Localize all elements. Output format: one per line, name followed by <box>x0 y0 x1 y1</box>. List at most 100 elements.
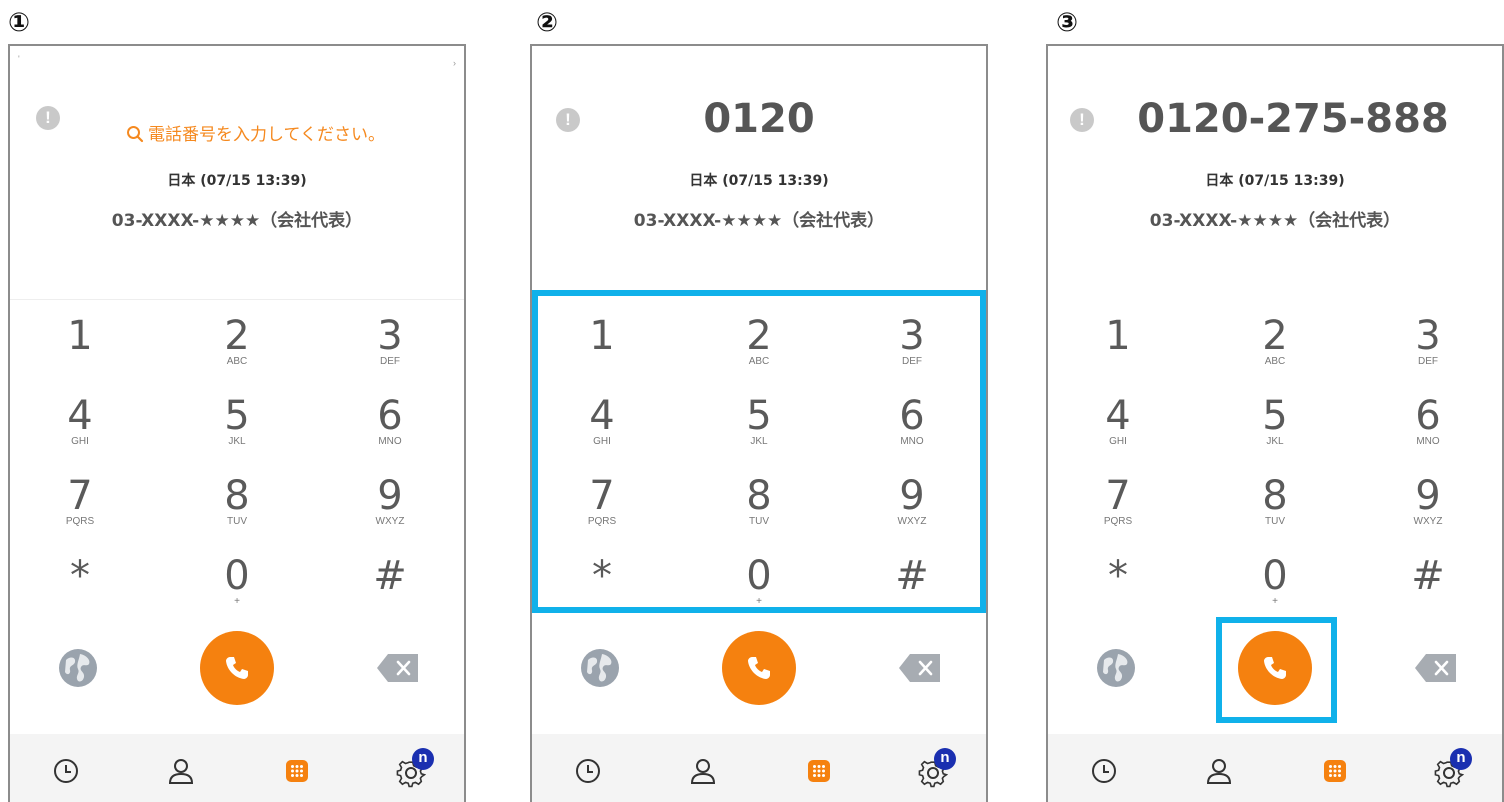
dialpad-icon[interactable] <box>282 756 312 786</box>
call-button[interactable] <box>1238 631 1312 705</box>
globe-icon[interactable] <box>580 648 620 688</box>
key-hash[interactable]: # <box>852 554 972 634</box>
key-letters: GHI <box>71 436 89 447</box>
key-letters: WXYZ <box>897 516 927 527</box>
key-1[interactable]: 1 <box>20 314 140 394</box>
key-star[interactable]: * <box>1058 554 1178 634</box>
key-digit: 5 <box>1262 393 1288 439</box>
bottom-nav: n <box>1048 734 1502 802</box>
key-letters: ABC <box>226 356 248 367</box>
key-star[interactable]: * <box>542 554 662 634</box>
key-6[interactable]: 6 MNO <box>1368 394 1488 474</box>
caller-id[interactable]: 03-XXXX-★★★★（会社代表） <box>532 206 986 231</box>
call-button[interactable] <box>200 631 274 705</box>
key-5[interactable]: 5 JKL <box>177 394 297 474</box>
key-digit: 6 <box>1415 393 1441 439</box>
key-letters: DEF <box>902 356 922 367</box>
settings-nav[interactable]: n <box>1434 748 1478 788</box>
backspace-icon[interactable] <box>376 653 420 683</box>
backspace-icon[interactable] <box>898 653 942 683</box>
globe-icon[interactable] <box>1096 648 1136 688</box>
key-digit: 6 <box>377 393 403 439</box>
phone-screen-3: ! 0120-275-888 日本 (07/15 13:39) 03-XXXX-… <box>1046 44 1504 802</box>
key-letters: JKL <box>1266 436 1284 447</box>
key-letters: DEF <box>1418 356 1438 367</box>
key-3[interactable]: 3 DEF <box>1368 314 1488 394</box>
search-icon <box>127 126 144 143</box>
caller-id[interactable]: 03-XXXX-★★★★（会社代表） <box>10 206 464 231</box>
phone-screen-1: ' › ! 電話番号を入力してください。 日本 (07/15 13:39) 03… <box>8 44 466 802</box>
key-9[interactable]: 9 WXYZ <box>852 474 972 554</box>
phone-screen-2: ! 0120 日本 (07/15 13:39) 03-XXXX-★★★★（会社代… <box>530 44 988 802</box>
key-6[interactable]: 6 MNO <box>330 394 450 474</box>
key-9[interactable]: 9 WXYZ <box>330 474 450 554</box>
key-9[interactable]: 9 WXYZ <box>1368 474 1488 554</box>
dialpad: 1 2 ABC 3 DEF 4 GHI 5 JKL 6 MNO 7 PQRS 8 TUV 9 WXYZ * 0 + # <box>1048 314 1502 634</box>
key-1[interactable]: 1 <box>542 314 662 394</box>
key-digit: 3 <box>1415 313 1441 359</box>
key-7[interactable]: 7 PQRS <box>1058 474 1178 554</box>
key-digit: 1 <box>67 313 93 359</box>
person-icon[interactable] <box>1204 756 1234 786</box>
key-4[interactable]: 4 GHI <box>1058 394 1178 474</box>
settings-nav[interactable]: n <box>918 748 962 788</box>
clock-icon[interactable] <box>573 756 603 786</box>
key-1[interactable]: 1 <box>1058 314 1178 394</box>
key-8[interactable]: 8 TUV <box>699 474 819 554</box>
key-5[interactable]: 5 JKL <box>1215 394 1335 474</box>
clock-icon[interactable] <box>1089 756 1119 786</box>
key-digit: # <box>373 553 407 599</box>
info-icon[interactable]: ! <box>36 106 60 130</box>
dialpad: 1 2 ABC 3 DEF 4 GHI 5 JKL 6 MNO 7 PQRS 8 TUV 9 WXYZ * 0 + # <box>532 314 986 634</box>
key-digit: 4 <box>589 393 615 439</box>
key-digit: 9 <box>1415 473 1441 519</box>
key-digit: 7 <box>1105 473 1131 519</box>
key-digit: 0 <box>224 553 250 599</box>
key-5[interactable]: 5 JKL <box>699 394 819 474</box>
key-2[interactable]: 2 ABC <box>177 314 297 394</box>
settings-badge: n <box>934 748 956 770</box>
key-8[interactable]: 8 TUV <box>1215 474 1335 554</box>
dialpad-icon[interactable] <box>1320 756 1350 786</box>
divider <box>10 299 464 300</box>
phone-icon <box>226 657 248 679</box>
key-4[interactable]: 4 GHI <box>542 394 662 474</box>
key-6[interactable]: 6 MNO <box>852 394 972 474</box>
dialpad-icon[interactable] <box>804 756 834 786</box>
person-icon[interactable] <box>166 756 196 786</box>
key-0[interactable]: 0 + <box>699 554 819 634</box>
key-digit: 8 <box>746 473 772 519</box>
key-0[interactable]: 0 + <box>1215 554 1335 634</box>
globe-icon[interactable] <box>58 648 98 688</box>
person-icon[interactable] <box>688 756 718 786</box>
backspace-icon[interactable] <box>1414 653 1458 683</box>
bottom-nav: n <box>532 734 986 802</box>
key-0[interactable]: 0 + <box>177 554 297 634</box>
call-button[interactable] <box>722 631 796 705</box>
key-letters: JKL <box>228 436 246 447</box>
key-digit: 4 <box>67 393 93 439</box>
key-digit: 8 <box>1262 473 1288 519</box>
country-time: 日本 (07/15 13:39) <box>167 173 307 189</box>
settings-nav[interactable]: n <box>396 748 440 788</box>
phone-icon <box>1264 657 1286 679</box>
key-2[interactable]: 2 ABC <box>699 314 819 394</box>
number-search-hint[interactable]: 電話番号を入力してください。 <box>126 120 385 145</box>
clock-icon[interactable] <box>51 756 81 786</box>
key-4[interactable]: 4 GHI <box>20 394 140 474</box>
key-letters: PQRS <box>1103 516 1133 527</box>
key-7[interactable]: 7 PQRS <box>20 474 140 554</box>
key-star[interactable]: * <box>20 554 140 634</box>
key-digit: 2 <box>1262 313 1288 359</box>
key-2[interactable]: 2 ABC <box>1215 314 1335 394</box>
key-letters: TUV <box>227 516 247 527</box>
key-7[interactable]: 7 PQRS <box>542 474 662 554</box>
key-hash[interactable]: # <box>330 554 450 634</box>
key-3[interactable]: 3 DEF <box>330 314 450 394</box>
key-8[interactable]: 8 TUV <box>177 474 297 554</box>
key-letters: PQRS <box>65 516 95 527</box>
key-3[interactable]: 3 DEF <box>852 314 972 394</box>
key-hash[interactable]: # <box>1368 554 1488 634</box>
key-digit: 9 <box>377 473 403 519</box>
caller-id[interactable]: 03-XXXX-★★★★（会社代表） <box>1048 206 1502 231</box>
